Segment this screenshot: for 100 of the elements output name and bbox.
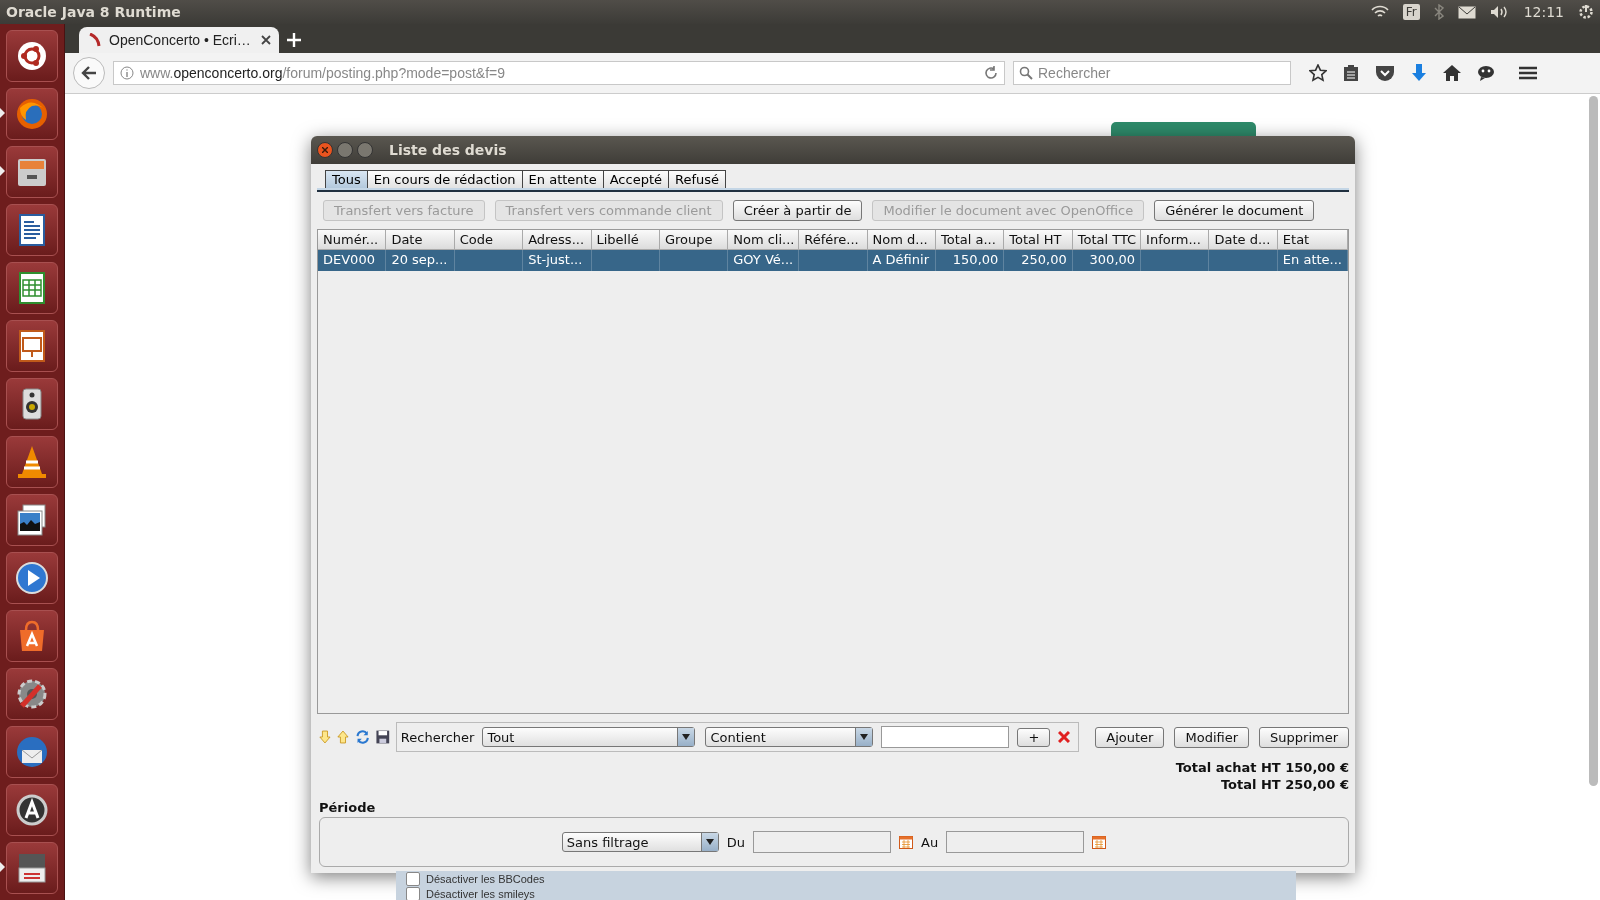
search-field[interactable]: Rechercher	[1013, 61, 1291, 85]
close-icon[interactable]	[261, 35, 271, 45]
maximize-button[interactable]	[357, 142, 373, 158]
power-gear-icon[interactable]	[1578, 4, 1594, 20]
column-header[interactable]: Nom d...	[867, 230, 936, 250]
table-cell[interactable]: 150,00	[935, 250, 1005, 271]
column-header[interactable]: Date	[386, 230, 455, 250]
close-button[interactable]	[317, 142, 333, 158]
action-button[interactable]: Créer à partir de	[732, 200, 863, 221]
column-header[interactable]: Date d...	[1209, 230, 1278, 250]
launcher-app-icon[interactable]	[6, 494, 58, 546]
column-header[interactable]: Groupe	[659, 230, 729, 250]
column-header[interactable]: Numér...	[318, 230, 387, 250]
keyboard-layout-indicator[interactable]: Fr	[1402, 4, 1420, 20]
tab[interactable]: Refusé	[668, 170, 727, 188]
star-icon[interactable]	[1309, 64, 1327, 82]
tab[interactable]: En attente	[521, 170, 604, 188]
date-field[interactable]	[753, 831, 892, 853]
action-button[interactable]: Générer le document	[1154, 200, 1315, 221]
minimize-button[interactable]	[337, 142, 353, 158]
launcher-app-icon[interactable]	[6, 726, 58, 778]
table-cell[interactable]: St-just...	[523, 250, 592, 271]
table-cell[interactable]	[591, 250, 660, 271]
table-cell[interactable]: 250,00	[1004, 250, 1073, 271]
bluetooth-icon[interactable]	[1433, 4, 1444, 20]
scrollbar-thumb[interactable]	[1589, 96, 1598, 786]
date-field[interactable]	[946, 831, 1085, 853]
refresh-icon[interactable]	[354, 729, 371, 745]
launcher-app-icon[interactable]	[6, 436, 58, 488]
checkbox[interactable]	[406, 887, 420, 900]
table-cell[interactable]: 20 sep...	[386, 250, 455, 271]
mail-icon[interactable]	[1457, 5, 1476, 19]
column-header[interactable]: Total a...	[935, 230, 1005, 250]
column-header[interactable]: Total TTC	[1072, 230, 1142, 250]
volume-icon[interactable]	[1489, 5, 1510, 19]
pocket-icon[interactable]	[1375, 65, 1395, 81]
table-cell[interactable]: A Définir	[867, 250, 936, 271]
search-input[interactable]	[881, 726, 1010, 748]
column-header[interactable]: Code	[454, 230, 524, 250]
toolbar-button[interactable]: Supprimer	[1259, 726, 1349, 748]
table-cell[interactable]	[1209, 250, 1278, 271]
launcher-app-icon[interactable]	[6, 610, 58, 662]
launcher-app-icon[interactable]	[6, 30, 58, 82]
table-cell[interactable]	[454, 250, 524, 271]
launcher-app-icon[interactable]	[6, 204, 58, 256]
checkbox[interactable]	[406, 872, 420, 886]
menu-icon[interactable]	[1519, 66, 1537, 80]
add-filter-button[interactable]: +	[1017, 727, 1051, 747]
column-header[interactable]: Libellé	[591, 230, 660, 250]
launcher-app-icon[interactable]	[6, 842, 58, 894]
back-button[interactable]	[73, 57, 105, 89]
download-arrow-icon[interactable]	[1411, 64, 1427, 82]
field-dropdown[interactable]: Tout	[482, 727, 696, 747]
option-label: Désactiver les BBCodes	[426, 873, 545, 885]
total-label: Total achat HT 150,00 €	[1175, 760, 1349, 775]
column-header[interactable]: Nom cli...	[728, 230, 800, 250]
dropdown-arrow-icon	[682, 734, 691, 740]
clock[interactable]: 12:11	[1523, 4, 1564, 20]
save-icon[interactable]	[376, 729, 390, 745]
column-header[interactable]: Etat	[1277, 230, 1348, 250]
tab[interactable]: Accepté	[602, 170, 669, 188]
chat-bubble-icon[interactable]	[1477, 65, 1495, 81]
address-bar[interactable]: www.openconcerto.org/forum/posting.php?mode=post&f=9	[113, 61, 1005, 85]
calendar-icon[interactable]	[1092, 835, 1107, 849]
close-icon	[322, 147, 328, 153]
reload-icon[interactable]	[984, 66, 998, 80]
table-cell[interactable]	[1141, 250, 1210, 271]
tab-favicon-icon	[87, 33, 101, 47]
calendar-icon[interactable]	[899, 835, 914, 849]
table-cell[interactable]: DEV000	[318, 250, 387, 271]
launcher-app-icon[interactable]	[6, 146, 58, 198]
tab[interactable]: En cours de rédaction	[366, 170, 523, 188]
clipboard-list-icon[interactable]	[1343, 64, 1359, 82]
new-tab-plus-icon[interactable]	[287, 33, 301, 47]
launcher-app-icon[interactable]	[6, 262, 58, 314]
browser-tab[interactable]: OpenConcerto • Ecri…	[79, 27, 279, 53]
column-header[interactable]: Total HT	[1004, 230, 1073, 250]
home-icon[interactable]	[1443, 65, 1461, 81]
launcher-app-icon[interactable]	[6, 320, 58, 372]
column-header[interactable]: Référe...	[799, 230, 868, 250]
table-cell[interactable]: GOY Vé...	[728, 250, 800, 271]
wifi-icon[interactable]	[1370, 5, 1389, 19]
launcher-app-icon[interactable]	[6, 668, 58, 720]
close-icon[interactable]	[1058, 731, 1071, 743]
launcher-app-icon[interactable]	[6, 552, 58, 604]
launcher-app-icon[interactable]	[6, 378, 58, 430]
table-cell[interactable]: 300,00	[1072, 250, 1142, 271]
table-cell[interactable]	[799, 250, 868, 271]
operator-dropdown[interactable]: Contient	[705, 727, 874, 747]
table-cell[interactable]: En atte...	[1277, 250, 1348, 271]
period-dropdown[interactable]: Sans filtrage	[561, 832, 719, 852]
column-header[interactable]: Inform...	[1141, 230, 1210, 250]
column-header[interactable]: Adress...	[523, 230, 592, 250]
table-cell[interactable]	[659, 250, 729, 271]
toolbar-button[interactable]: Modifier	[1174, 726, 1250, 748]
tab[interactable]: Tous	[325, 170, 368, 188]
info-icon[interactable]	[120, 66, 134, 80]
total-label: Total HT 250,00 €	[1220, 777, 1349, 792]
launcher-app-icon[interactable]	[6, 784, 58, 836]
toolbar-button[interactable]: Ajouter	[1095, 726, 1165, 748]
